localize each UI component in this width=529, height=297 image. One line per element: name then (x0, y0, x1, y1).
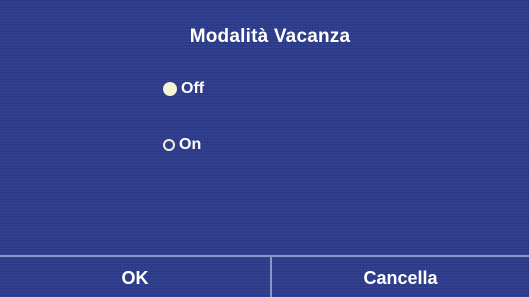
option-on-label: On (179, 136, 202, 153)
radio-selected-icon[interactable] (163, 82, 177, 96)
cancel-button[interactable]: Cancella (272, 257, 529, 297)
vacation-mode-screen: Modalità Vacanza Off On OK Cancella (0, 0, 529, 297)
ok-button[interactable]: OK (0, 257, 272, 297)
option-off-label: Off (181, 80, 205, 97)
option-off[interactable]: Off (163, 78, 204, 100)
radio-unselected-icon[interactable] (163, 139, 175, 151)
dialog-title: Modalità Vacanza (189, 26, 351, 47)
button-bar: OK Cancella (0, 255, 529, 297)
option-on[interactable]: On (163, 134, 201, 156)
